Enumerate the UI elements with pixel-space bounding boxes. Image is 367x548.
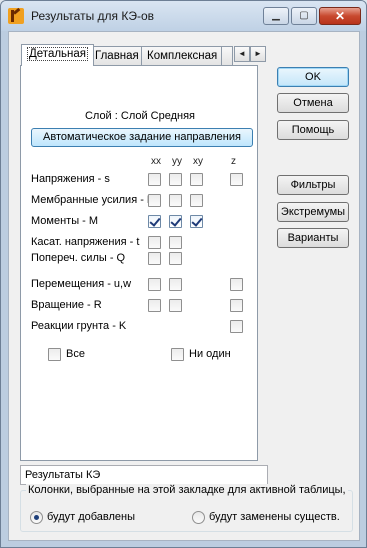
- checkbox-row3-xy[interactable]: [190, 215, 203, 228]
- auto-direction-button[interactable]: Автоматическое задание направления: [31, 128, 253, 147]
- row-label: Вращение - R: [31, 299, 102, 311]
- tab-detailed[interactable]: Детальная: [21, 44, 95, 66]
- checkbox-row3-yy[interactable]: [169, 215, 182, 228]
- row-label: Напряжения - s: [31, 173, 110, 185]
- row-label: Касат. напряжения - t: [31, 236, 140, 248]
- close-button[interactable]: ✕: [319, 7, 361, 25]
- select-none-checkbox[interactable]: [171, 348, 184, 361]
- checkbox-row7-z[interactable]: [230, 299, 243, 312]
- checkbox-row4-xx[interactable]: [148, 236, 161, 249]
- checkbox-row2-yy[interactable]: [169, 194, 182, 207]
- checkbox-row6-z[interactable]: [230, 278, 243, 291]
- ok-button[interactable]: OK: [277, 67, 349, 87]
- column-header-z: z: [231, 156, 236, 167]
- extremes-button[interactable]: Экстремумы: [277, 202, 349, 222]
- layer-label: Слой : Слой Средняя: [84, 110, 196, 122]
- replace-columns-radio[interactable]: [192, 511, 205, 524]
- checkbox-row7-xx[interactable]: [148, 299, 161, 312]
- cancel-button[interactable]: Отмена: [277, 93, 349, 113]
- checkbox-row7-yy[interactable]: [169, 299, 182, 312]
- title-bar[interactable]: Результаты для КЭ-ов ▁ ▢ ✕: [1, 1, 366, 31]
- checkbox-row3-xx[interactable]: [148, 215, 161, 228]
- checkbox-row6-yy[interactable]: [169, 278, 182, 291]
- dialog-client-area: Детальная Главная Комплексная ◄ ► Слой :…: [8, 31, 360, 541]
- checkbox-row8-z[interactable]: [230, 320, 243, 333]
- tab-complex[interactable]: Комплексная: [141, 46, 224, 65]
- maximize-button[interactable]: ▢: [291, 7, 317, 25]
- result-name-field[interactable]: Результаты КЭ: [20, 465, 268, 485]
- app-logo-icon: [8, 8, 24, 24]
- select-all-label: Все: [66, 348, 85, 360]
- row-label: Мембранные усилия - N: [31, 194, 155, 206]
- row-label: Моменты - M: [31, 215, 99, 227]
- column-header-yy: yy: [172, 156, 182, 167]
- minimize-button[interactable]: ▁: [263, 7, 289, 25]
- checkbox-row6-xx[interactable]: [148, 278, 161, 291]
- tab-main[interactable]: Главная: [89, 46, 145, 65]
- add-columns-label: будут добавлены: [47, 511, 136, 523]
- dialog-window: Результаты для КЭ-ов ▁ ▢ ✕ Детальная Гла…: [0, 0, 367, 548]
- checkbox-row1-xx[interactable]: [148, 173, 161, 186]
- row-label: Попереч. силы - Q: [31, 252, 126, 264]
- row-label: Перемещения - u,w: [31, 278, 132, 290]
- tab-scroll-right-icon[interactable]: ►: [250, 46, 266, 62]
- filters-button[interactable]: Фильтры: [277, 175, 349, 195]
- checkbox-row2-xy[interactable]: [190, 194, 203, 207]
- checkbox-row2-xx[interactable]: [148, 194, 161, 207]
- columns-group-title: Колонки, выбранные на этой закладке для …: [26, 484, 348, 496]
- replace-columns-label: будут заменены существ.: [209, 511, 340, 523]
- columns-groupbox: Колонки, выбранные на этой закладке для …: [20, 484, 353, 532]
- add-columns-radio[interactable]: [30, 511, 43, 524]
- checkbox-row1-yy[interactable]: [169, 173, 182, 186]
- checkbox-row1-z[interactable]: [230, 173, 243, 186]
- column-header-xy: xy: [193, 156, 203, 167]
- checkbox-row1-xy[interactable]: [190, 173, 203, 186]
- checkbox-row4-yy[interactable]: [169, 236, 182, 249]
- select-none-label: Ни один: [189, 348, 231, 360]
- checkbox-row5-yy[interactable]: [169, 252, 182, 265]
- column-header-xx: xx: [151, 156, 161, 167]
- tab-overflow[interactable]: [221, 46, 233, 65]
- help-button[interactable]: Помощь: [277, 120, 349, 140]
- select-all-checkbox[interactable]: [48, 348, 61, 361]
- row-label: Реакции грунта - K: [31, 320, 127, 332]
- window-title: Результаты для КЭ-ов: [31, 9, 155, 23]
- detailed-tab-panel: Слой : Слой Средняя Автоматическое задан…: [20, 65, 258, 461]
- tab-scroll-left-icon[interactable]: ◄: [234, 46, 250, 62]
- variants-button[interactable]: Варианты: [277, 228, 349, 248]
- checkbox-row5-xx[interactable]: [148, 252, 161, 265]
